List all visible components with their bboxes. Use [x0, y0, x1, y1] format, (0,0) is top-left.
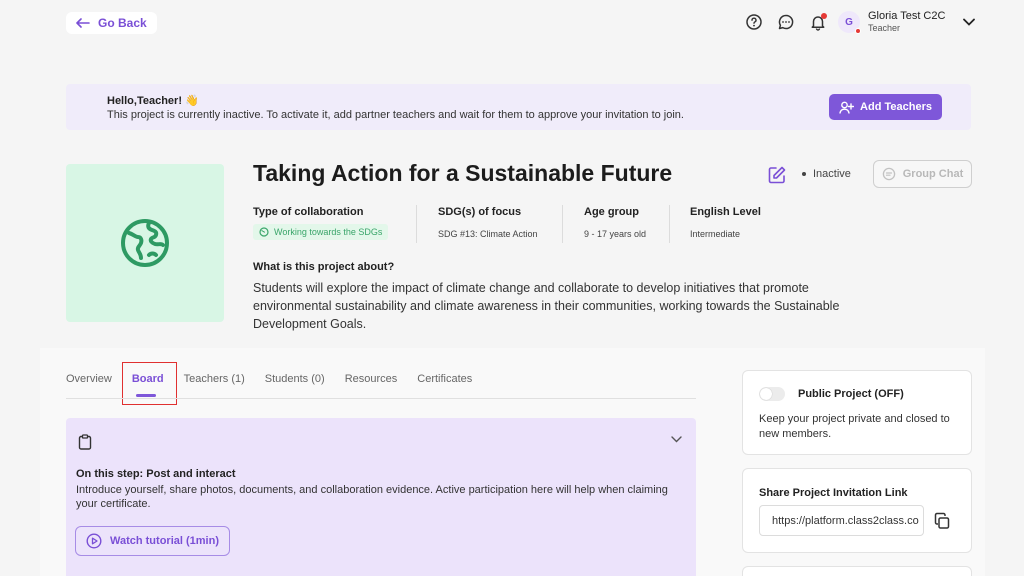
- sidebar-card-partial: [742, 566, 972, 576]
- public-project-toggle[interactable]: [759, 387, 785, 401]
- clipboard-icon: [78, 434, 92, 450]
- step-title: On this step: Post and interact: [76, 468, 236, 480]
- go-back-button[interactable]: Go Back: [66, 12, 157, 34]
- tab-resources[interactable]: Resources: [345, 373, 398, 385]
- group-chat-button[interactable]: Group Chat: [873, 160, 972, 188]
- inactive-banner: Hello,Teacher! 👋 This project is current…: [66, 84, 971, 130]
- chevron-down-icon[interactable]: [963, 18, 976, 26]
- add-teachers-button[interactable]: Add Teachers: [829, 94, 942, 120]
- chat-icon[interactable]: [777, 13, 795, 31]
- help-icon[interactable]: [745, 13, 763, 31]
- globe-icon: [121, 219, 169, 267]
- user-menu[interactable]: G Gloria Test C2C Teacher: [838, 10, 976, 34]
- notification-bell-icon[interactable]: [809, 13, 827, 31]
- share-link-title: Share Project Invitation Link: [759, 487, 908, 499]
- add-user-icon: [839, 101, 855, 114]
- user-role: Teacher: [868, 23, 901, 33]
- about-heading: What is this project about?: [253, 261, 395, 273]
- step-card: On this step: Post and interact Introduc…: [66, 418, 696, 576]
- invitation-link-field[interactable]: https://platform.class2class.co: [759, 505, 924, 536]
- share-link-card: Share Project Invitation Link https://pl…: [742, 468, 972, 553]
- avatar: G: [838, 11, 861, 34]
- watch-tutorial-button[interactable]: Watch tutorial (1min): [75, 526, 230, 556]
- tab-students[interactable]: Students (0): [265, 373, 325, 385]
- user-name: Gloria Test C2C: [868, 10, 946, 22]
- status-dot: [855, 28, 861, 34]
- banner-text: This project is currently inactive. To a…: [107, 109, 684, 121]
- notification-dot: [821, 13, 827, 19]
- tab-overview[interactable]: Overview: [66, 373, 112, 385]
- public-project-title: Public Project (OFF): [798, 388, 904, 400]
- chat-icon: [882, 167, 895, 181]
- go-back-label: Go Back: [98, 16, 147, 30]
- add-teachers-label: Add Teachers: [860, 101, 932, 113]
- tabs-divider: [66, 398, 696, 399]
- arrow-left-icon: [76, 18, 90, 28]
- age-group: Age group 9 - 17 years old: [584, 206, 647, 239]
- status-label: Inactive: [813, 168, 851, 180]
- sdg-focus: SDG(s) of focus SDG #13: Climate Action: [438, 206, 538, 239]
- watch-tutorial-label: Watch tutorial (1min): [110, 535, 219, 547]
- status-badge: Inactive: [802, 168, 851, 180]
- tab-teachers[interactable]: Teachers (1): [184, 373, 245, 385]
- english-level: English Level Intermediate: [690, 206, 761, 239]
- about-text: Students will explore the impact of clim…: [253, 281, 840, 331]
- tab-certificates[interactable]: Certificates: [417, 373, 472, 385]
- play-icon: [86, 533, 102, 549]
- project-image: [66, 164, 224, 322]
- chevron-down-icon[interactable]: [671, 436, 682, 443]
- group-chat-label: Group Chat: [902, 168, 964, 180]
- sdg-chip: Working towards the SDGs: [253, 224, 389, 240]
- copy-icon[interactable]: [933, 512, 951, 530]
- collaboration-type: Type of collaboration Working towards th…: [253, 206, 389, 242]
- public-project-text: Keep your project private and closed to …: [759, 413, 950, 440]
- globe-icon: [259, 227, 269, 237]
- edit-icon[interactable]: [767, 165, 787, 190]
- public-project-card: Public Project (OFF) Keep your project p…: [742, 370, 972, 455]
- banner-title: Hello,Teacher! 👋: [107, 95, 199, 107]
- step-text: Introduce yourself, share photos, docume…: [76, 484, 668, 510]
- project-title: Taking Action for a Sustainable Future: [253, 160, 673, 186]
